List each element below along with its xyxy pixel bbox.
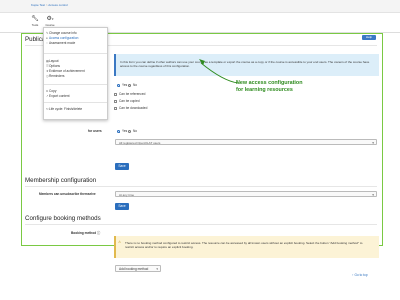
- tools-label: Tools: [31, 23, 39, 27]
- menu-item-lifecycle[interactable]: Life cycle: Finish/delete: [49, 107, 82, 111]
- add-booking-method-label: Add booking method: [119, 266, 149, 271]
- annotation-line-2: for learning resources: [236, 87, 293, 93]
- users-select[interactable]: All registered OpenOLAT users ▾: [115, 139, 377, 145]
- divider: [25, 186, 377, 187]
- radio-yes-1-label: Yes: [122, 83, 128, 88]
- checkbox-copied-label: Can be copied: [119, 99, 140, 104]
- copy-icon: ⧉: [46, 89, 49, 93]
- course-button[interactable]: ⚙︎▾ Course: [43, 16, 57, 27]
- warning-icon: ⚠: [118, 240, 122, 244]
- menu-item-export-content[interactable]: Export content: [49, 94, 70, 98]
- booking-method-label: Booking method ⓘ: [71, 231, 100, 235]
- radio-yes-1[interactable]: [117, 84, 121, 88]
- wrench-icon: 🔧︎: [31, 16, 39, 22]
- breadcrumb-home[interactable]: Kopie Test: [31, 3, 45, 7]
- chevron-down-icon: ▾: [156, 266, 158, 271]
- for-users-label: for users: [88, 129, 102, 133]
- menu-item-options[interactable]: Options: [49, 64, 60, 68]
- checkbox-downloaded-label: Can be downloaded: [119, 106, 148, 111]
- users-select-value: All registered OpenOLAT users: [119, 141, 161, 146]
- radio-no-2-label: No: [133, 129, 138, 134]
- annotation-arrow: [199, 59, 239, 84]
- add-booking-method-button[interactable]: Add booking method ▾: [115, 265, 161, 272]
- booking-method-label-text: Booking method: [71, 231, 97, 235]
- menu-item-copy[interactable]: Copy: [49, 89, 56, 93]
- menu-separator: [44, 84, 107, 85]
- checkbox-copied[interactable]: [114, 100, 118, 104]
- assessment-icon: ○: [46, 41, 48, 45]
- menu-item-change-course-info[interactable]: Change course info: [49, 31, 77, 35]
- warning-text: There is no booking method configured to…: [125, 241, 363, 250]
- info-text: In this form you can define if other aut…: [120, 60, 370, 69]
- save-button-publication[interactable]: Save: [115, 163, 129, 170]
- menu-item-assessment-mode[interactable]: Assessment mode: [49, 41, 75, 45]
- chevron-down-icon: ▾: [372, 193, 374, 197]
- info-icon[interactable]: ⓘ: [97, 231, 100, 235]
- section-title-booking: Configure booking methods: [25, 215, 101, 222]
- menu-separator: [44, 53, 107, 54]
- menu-item-reminders[interactable]: Reminders: [49, 74, 64, 78]
- menu-item-access-configuration[interactable]: Access configuration: [49, 36, 78, 40]
- go-to-top-label: Go to top: [354, 273, 368, 277]
- annotation-text: New access configuration for learning re…: [236, 80, 303, 94]
- course-dropdown-menu: ✎ Change course info ● Access configurat…: [43, 27, 108, 120]
- chevron-down-icon: ▾: [372, 141, 374, 145]
- unsubscribe-label: Members can unsubscribe themselve: [39, 192, 96, 196]
- menu-separator: [44, 102, 107, 103]
- unsubscribe-select-value: At any time: [119, 193, 135, 198]
- section-title-membership: Membership configuration: [25, 177, 97, 184]
- lock-icon: ●: [46, 36, 48, 40]
- checkbox-referenced-label: Can be referenced: [119, 92, 146, 97]
- checkbox-downloaded[interactable]: [114, 107, 118, 111]
- menu-item-evidence[interactable]: Evidence of achievement: [49, 69, 85, 73]
- save-button-membership[interactable]: Save: [115, 203, 129, 210]
- radio-yes-2[interactable]: [117, 130, 121, 134]
- tools-button[interactable]: 🔧︎ Tools: [28, 16, 42, 27]
- checkbox-referenced[interactable]: [114, 93, 118, 97]
- breadcrumb: Kopie Test > Access control: [31, 4, 68, 7]
- help-button[interactable]: Help: [362, 35, 376, 40]
- gear-icon: ⚙︎▾: [46, 16, 54, 22]
- unsubscribe-select[interactable]: At any time ▾: [115, 191, 377, 197]
- radio-no-1-label: No: [133, 83, 138, 88]
- go-to-top-link[interactable]: ↑ Go to top: [352, 273, 368, 277]
- radio-yes-2-label: Yes: [122, 129, 128, 134]
- annotation-line-1: New access configuration: [236, 80, 303, 86]
- divider: [25, 224, 377, 225]
- menu-item-layout[interactable]: Layout: [49, 59, 59, 63]
- breadcrumb-current[interactable]: Access control: [48, 3, 68, 7]
